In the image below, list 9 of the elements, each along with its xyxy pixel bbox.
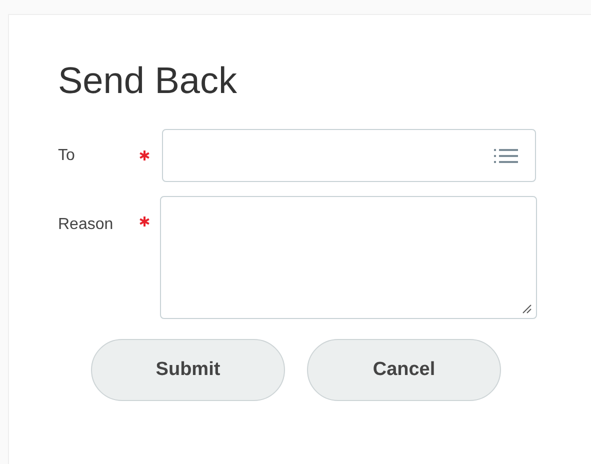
dialog-title: Send Back [58, 59, 237, 103]
field-label: To [58, 146, 76, 164]
list-icon[interactable] [494, 148, 518, 164]
resize-handle-icon[interactable] [522, 304, 532, 314]
recipient-field[interactable] [162, 129, 536, 182]
submit-button[interactable]: Submit [91, 339, 285, 401]
cancel-button[interactable]: Cancel [307, 339, 501, 401]
field-label: Reason [58, 216, 114, 234]
reason-field[interactable] [160, 196, 537, 319]
